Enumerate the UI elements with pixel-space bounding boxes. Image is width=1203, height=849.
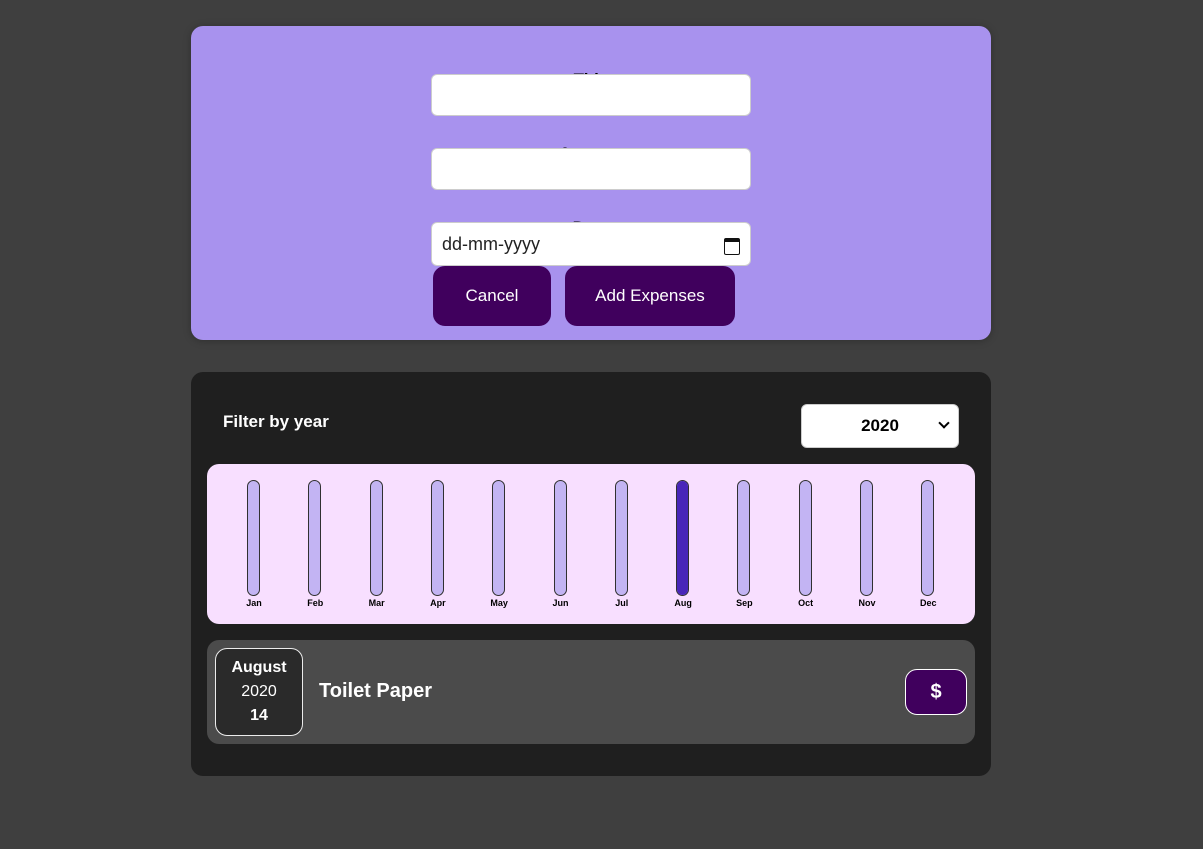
chart-bar-track	[860, 480, 873, 596]
chart-bar-fill	[677, 481, 689, 595]
chart-bar-may: May	[479, 480, 519, 610]
chart-bar-jun: Jun	[541, 480, 581, 610]
chart-bar-jul: Jul	[602, 480, 642, 610]
expenses-panel: Filter by year 2020 Jan Feb Mar Apr May Jun Ju…	[191, 372, 991, 776]
chart-bar-track	[553, 480, 567, 596]
amount-input[interactable]	[431, 148, 751, 190]
expense-date-month: August	[231, 659, 287, 676]
chart-bar-track	[492, 480, 506, 596]
chart-bar-track	[737, 480, 751, 596]
chart-bar-jan: Jan	[234, 480, 274, 610]
chart-bar-track	[247, 480, 260, 596]
chart-bar-track	[430, 480, 444, 596]
year-select-value: 2020	[861, 416, 899, 435]
expense-date-year: 2020	[241, 683, 277, 700]
chart-bar-nov: Nov	[847, 480, 887, 610]
title-input[interactable]	[431, 74, 751, 116]
chart-bar-aug: Aug	[663, 480, 703, 610]
chart-bar-apr: Apr	[418, 480, 458, 610]
chart-bar-mar: Mar	[357, 480, 397, 610]
page: Title Amount Date dd-mm-yyyy Cancel Add …	[0, 0, 1203, 849]
date-placeholder: dd-mm-yyyy	[442, 233, 540, 254]
chart-bar-label: Nov	[858, 598, 876, 608]
chart-bar-track	[676, 480, 690, 596]
chart-bar-track	[798, 480, 812, 596]
chart-bar-label: Jul	[615, 598, 629, 608]
year-select[interactable]: 2020	[801, 404, 959, 448]
chevron-down-icon	[938, 417, 950, 429]
add-expenses-button[interactable]: Add Expenses	[565, 266, 735, 326]
chart-bar-label: Jan	[246, 598, 262, 608]
chart-bar-label: Feb	[307, 598, 324, 608]
chart-bar-label: Jun	[552, 598, 569, 608]
chart-bar-label: May	[490, 598, 508, 608]
chart-bar-dec: Dec	[908, 480, 948, 610]
expense-price: $	[905, 669, 967, 715]
calendar-icon[interactable]	[724, 236, 740, 255]
chart-bar-oct: Oct	[786, 480, 826, 610]
cancel-button[interactable]: Cancel	[433, 266, 551, 326]
expense-date: August 2020 14	[215, 648, 303, 736]
expense-date-day: 14	[250, 707, 268, 724]
chart-bar-label: Dec	[920, 598, 937, 608]
filter-label: Filter by year	[223, 412, 329, 431]
chart-bar-label: Oct	[798, 598, 814, 608]
chart-bar-feb: Feb	[295, 480, 335, 610]
chart-bar-track	[614, 480, 628, 596]
date-input[interactable]: dd-mm-yyyy	[431, 222, 751, 266]
chart-bar-track	[921, 480, 935, 596]
chart-bar-track	[308, 480, 322, 596]
expenses-chart: Jan Feb Mar Apr May Jun Jul Aug Sep Oct Nov Dec	[207, 464, 975, 624]
chart-bar-label: Apr	[430, 598, 446, 608]
chart-bar-track	[369, 480, 383, 596]
expense-item: August 2020 14 Toilet Paper $	[207, 640, 975, 744]
chart-bar-label: Mar	[368, 598, 385, 608]
chart-bar-sep: Sep	[724, 480, 764, 610]
chart-bar-label: Aug	[674, 598, 692, 608]
chart-bar-label: Sep	[736, 598, 753, 608]
new-expense-form: Title Amount Date dd-mm-yyyy Cancel Add …	[191, 26, 991, 340]
expense-title: Toilet Paper	[319, 680, 432, 702]
